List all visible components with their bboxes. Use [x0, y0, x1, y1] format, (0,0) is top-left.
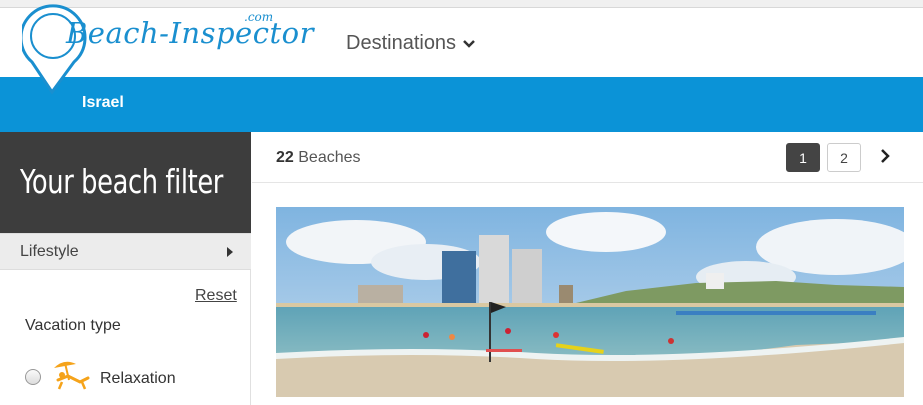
reset-link[interactable]: Reset: [195, 287, 237, 305]
lifestyle-dropdown[interactable]: Lifestyle: [0, 233, 251, 270]
relaxation-radio[interactable]: [25, 369, 41, 385]
breadcrumb-country[interactable]: Israel: [82, 94, 124, 112]
destinations-menu[interactable]: Destinations: [346, 32, 476, 55]
relaxation-label[interactable]: Relaxation: [100, 370, 176, 388]
site-logo[interactable]: Beach-Inspector .com: [22, 4, 313, 96]
logo-wordmark: Beach-Inspector: [66, 16, 314, 50]
beach-count: 22 Beaches: [276, 149, 361, 166]
filter-title: Your beach filter: [0, 132, 251, 233]
page-2-button[interactable]: 2: [827, 143, 861, 172]
sunbed-umbrella-icon: [54, 361, 90, 390]
caret-right-icon: [227, 246, 233, 257]
page-1-button[interactable]: 1: [786, 143, 820, 172]
filter-sidebar: Your beach filter Lifestyle Reset Vacati…: [0, 132, 251, 405]
chevron-down-icon: [463, 39, 475, 48]
results-bar: 22 Beaches 1 2: [252, 132, 923, 183]
chevron-right-icon[interactable]: [878, 147, 892, 165]
vacation-type-heading: Vacation type: [25, 317, 121, 334]
beach-photo[interactable]: [276, 207, 904, 397]
destinations-label: Destinations: [346, 32, 457, 54]
logo-suffix: .com: [244, 10, 274, 24]
beach-image: [276, 207, 904, 397]
lifestyle-label: Lifestyle: [20, 242, 79, 260]
